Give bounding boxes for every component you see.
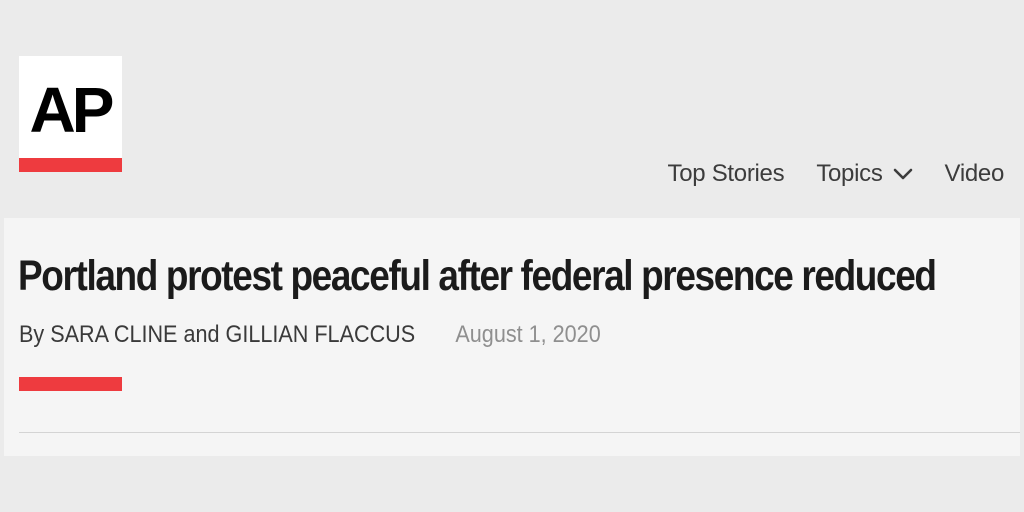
byline-authors: By SARA CLINE and GILLIAN FLACCUS [19, 321, 421, 348]
nav-top-stories[interactable]: Top Stories [668, 160, 785, 188]
article-accent-bar [19, 377, 122, 391]
logo-accent-bar [19, 158, 122, 172]
article-divider [19, 432, 1020, 433]
nav-video[interactable]: Video [944, 160, 1005, 188]
byline-prefix: By [19, 321, 45, 348]
nav-topics-label: Topics [816, 160, 883, 187]
article-date: August 1, 2020 [455, 321, 601, 348]
byline-joiner: and [183, 321, 220, 348]
author-link-sara-cline[interactable]: SARA CLINE [50, 321, 177, 348]
ap-logo-icon: AP [30, 74, 117, 146]
article-byline: By SARA CLINE and GILLIAN FLACCUS August… [19, 318, 601, 352]
main-nav: Top Stories Topics Video [668, 156, 1005, 192]
chevron-down-icon [893, 168, 912, 180]
logo-text: AP [30, 74, 113, 146]
nav-video-label: Video [944, 160, 1005, 187]
nav-topics[interactable]: Topics [816, 160, 912, 188]
article-header: Portland protest peaceful after federal … [4, 218, 1020, 456]
ap-logo[interactable]: AP [19, 56, 122, 172]
article-headline: Portland protest peaceful after federal … [18, 252, 937, 300]
author-link-gillian-flaccus[interactable]: GILLIAN FLACCUS [226, 321, 416, 348]
site-header: AP Top Stories Topics Video [0, 0, 1024, 218]
nav-top-stories-label: Top Stories [667, 160, 785, 187]
